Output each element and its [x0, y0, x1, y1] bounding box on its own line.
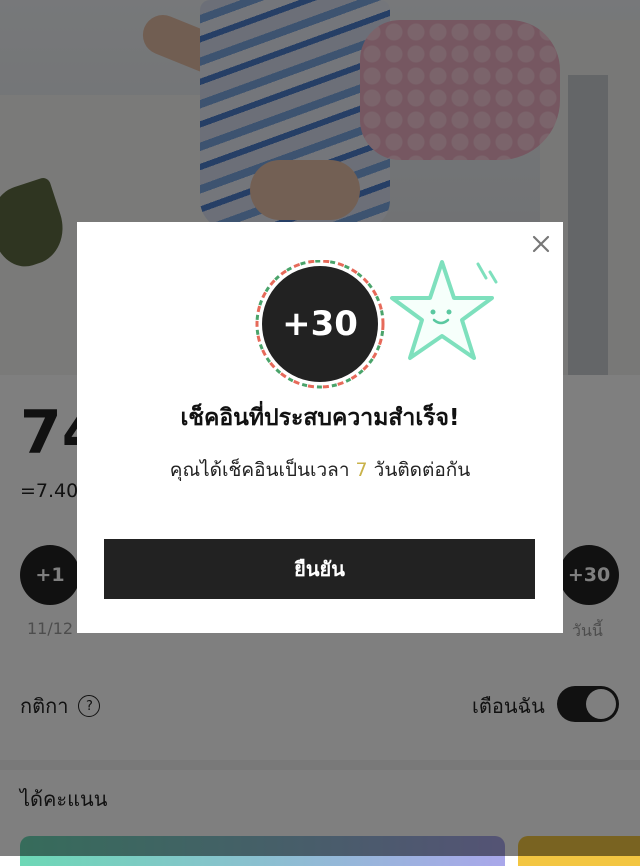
modal-title: เช็คอินที่ประสบความสำเร็จ!	[180, 405, 460, 431]
checkin-success-modal: +30 เช็คอินที่ประสบความสำเร็จ! คุณได้เช็…	[77, 222, 563, 633]
message-suffix: วันติดต่อกัน	[367, 459, 471, 481]
modal-message: คุณได้เช็คอินเป็นเวลา 7 วันติดต่อกัน	[77, 455, 563, 485]
message-prefix: คุณได้เช็คอินเป็นเวลา	[169, 459, 356, 481]
star-mascot-icon	[390, 260, 498, 360]
points-badge-value: +30	[262, 266, 378, 382]
close-icon[interactable]	[529, 232, 553, 256]
streak-days: 7	[355, 459, 368, 481]
points-badge: +30	[254, 260, 388, 390]
confirm-button[interactable]: ยืนยัน	[104, 539, 535, 599]
